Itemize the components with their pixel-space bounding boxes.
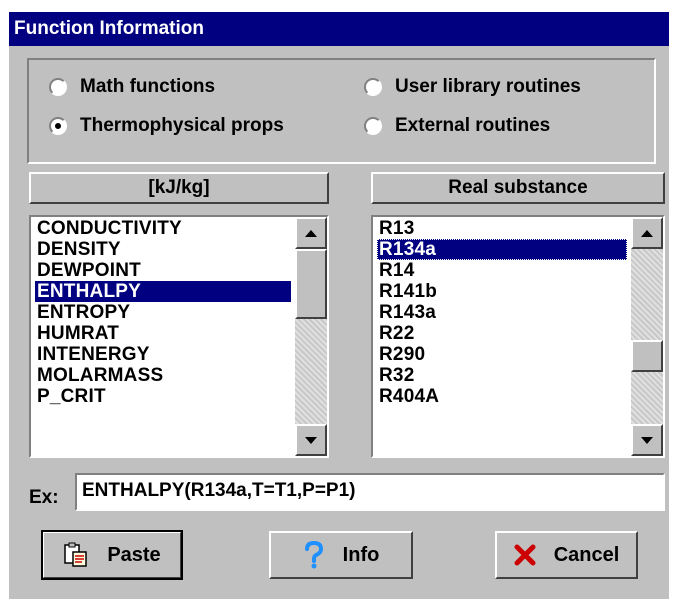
example-label: Ex: (29, 487, 59, 508)
list-item[interactable]: INTENERGY (35, 344, 291, 365)
radio-label: Math functions (80, 76, 216, 97)
paste-button[interactable]: Paste (41, 530, 183, 580)
function-information-dialog: Function Information Math functions User… (9, 12, 669, 599)
substances-scrollbar[interactable] (631, 217, 663, 456)
radio-label: Thermophysical props (80, 115, 284, 136)
radio-math-functions[interactable]: Math functions (49, 74, 215, 100)
substances-list[interactable]: R13 R134a R14 R141b R143a R22 R290 R32 R… (371, 215, 665, 458)
paste-clipboard-icon (63, 542, 89, 568)
list-item[interactable]: R404A (377, 386, 627, 407)
scroll-thumb[interactable] (295, 249, 327, 319)
cancel-label: Cancel (553, 543, 620, 566)
units-button[interactable]: [kJ/kg] (29, 172, 329, 204)
list-item[interactable]: DENSITY (35, 239, 291, 260)
radio-label: External routines (395, 115, 551, 136)
arrow-up-icon (305, 229, 317, 237)
arrow-down-icon (305, 436, 317, 444)
list-item[interactable]: R290 (377, 344, 627, 365)
functions-scrollbar[interactable] (295, 217, 327, 456)
radio-circle-icon (49, 78, 67, 96)
scroll-down-button[interactable] (295, 424, 327, 456)
list-item[interactable]: R32 (377, 365, 627, 386)
functions-list[interactable]: CONDUCTIVITY DENSITY DEWPOINT ENTHALPY E… (29, 215, 329, 458)
list-item[interactable]: DEWPOINT (35, 260, 291, 281)
list-item-selected[interactable]: ENTHALPY (35, 281, 291, 302)
list-item[interactable]: R22 (377, 323, 627, 344)
list-item[interactable]: R141b (377, 281, 627, 302)
red-x-icon (514, 544, 536, 566)
paste-label: Paste (107, 543, 161, 566)
list-item-selected[interactable]: R134a (377, 239, 627, 260)
example-field[interactable]: ENTHALPY(R134a,T=T1,P=P1) (75, 473, 665, 511)
list-item[interactable]: R13 (377, 218, 627, 239)
list-item[interactable]: P_CRIT (35, 386, 291, 407)
scroll-thumb[interactable] (631, 340, 663, 372)
arrow-down-icon (641, 436, 653, 444)
cancel-button[interactable]: Cancel (495, 531, 638, 579)
arrow-up-icon (641, 229, 653, 237)
list-item[interactable]: R143a (377, 302, 627, 323)
radio-circle-icon (364, 117, 382, 135)
question-mark-icon (303, 541, 325, 569)
title-bar: Function Information (9, 12, 669, 46)
radio-selected-icon (49, 117, 67, 135)
real-substance-button[interactable]: Real substance (371, 172, 665, 204)
list-item[interactable]: ENTROPY (35, 302, 291, 323)
radio-thermophysical-props[interactable]: Thermophysical props (49, 113, 284, 139)
info-label: Info (342, 543, 380, 566)
radio-user-library-routines[interactable]: User library routines (364, 74, 581, 100)
list-item[interactable]: R14 (377, 260, 627, 281)
scroll-up-button[interactable] (631, 217, 663, 249)
list-item[interactable]: MOLARMASS (35, 365, 291, 386)
radio-label: User library routines (395, 76, 581, 97)
info-button[interactable]: Info (269, 531, 413, 579)
list-item[interactable]: CONDUCTIVITY (35, 218, 291, 239)
scroll-up-button[interactable] (295, 217, 327, 249)
radio-external-routines[interactable]: External routines (364, 113, 550, 139)
function-type-group: Math functions User library routines The… (27, 58, 656, 164)
radio-circle-icon (364, 78, 382, 96)
list-item[interactable]: HUMRAT (35, 323, 291, 344)
scroll-down-button[interactable] (631, 424, 663, 456)
